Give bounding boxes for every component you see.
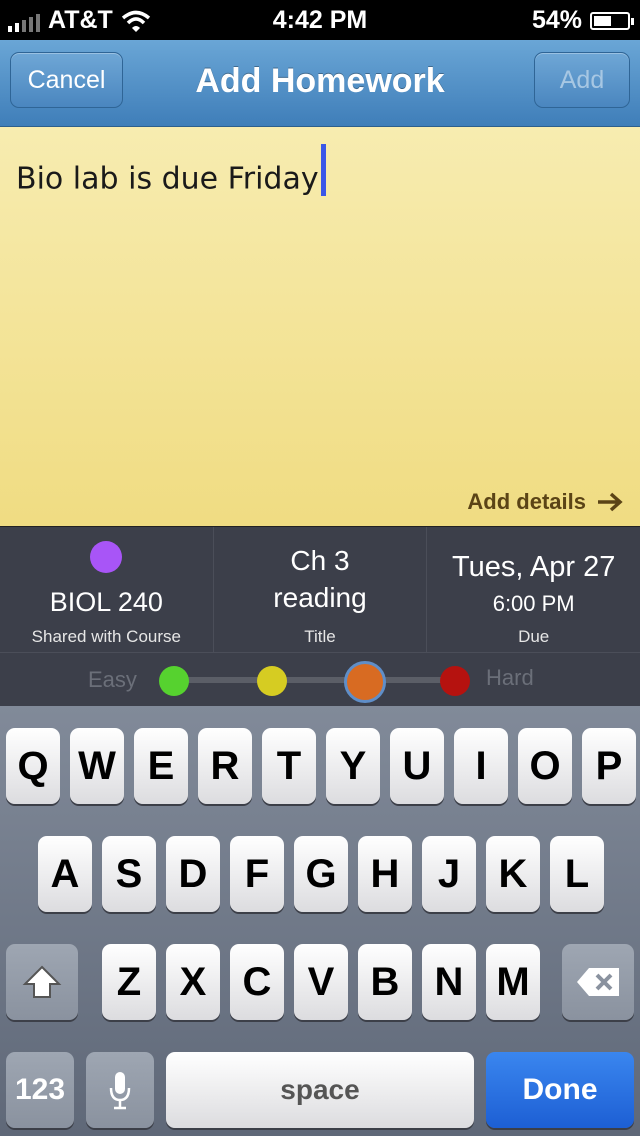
- key-p[interactable]: P: [582, 728, 636, 804]
- key-u[interactable]: U: [390, 728, 444, 804]
- dictation-key[interactable]: [86, 1052, 154, 1128]
- add-button[interactable]: Add: [534, 52, 630, 108]
- key-j[interactable]: J: [422, 836, 476, 912]
- key-r[interactable]: R: [198, 728, 252, 804]
- due-time: 6:00 PM: [492, 591, 575, 616]
- battery-percent: 54%: [531, 6, 582, 34]
- key-a[interactable]: A: [38, 836, 92, 912]
- course-sharing-label: Shared with Course: [31, 627, 181, 646]
- numbers-key[interactable]: 123: [6, 1052, 74, 1128]
- backspace-icon: [577, 968, 619, 996]
- title-field[interactable]: Ch 3 reading Title: [214, 527, 428, 652]
- difficulty-level-3-selected[interactable]: [344, 661, 386, 703]
- key-h[interactable]: H: [358, 836, 412, 912]
- title-caption: Title: [304, 627, 336, 646]
- add-details-label: Add details: [467, 489, 586, 514]
- hard-label: Hard: [486, 665, 534, 690]
- homework-text: Bio lab is due Friday: [16, 161, 319, 197]
- text-cursor: [320, 144, 326, 196]
- key-g[interactable]: G: [294, 836, 348, 912]
- homework-text-input[interactable]: Bio lab is due Friday: [16, 144, 326, 206]
- keyboard: Q W E R T Y U I O P A S D F G H J K L Z …: [0, 706, 640, 1136]
- add-details-button[interactable]: Add details: [467, 489, 624, 515]
- key-y[interactable]: Y: [326, 728, 380, 804]
- space-key[interactable]: space: [166, 1052, 474, 1128]
- battery-icon: [590, 11, 634, 30]
- homework-info-panel: BIOL 240 Shared with Course Ch 3 reading…: [0, 526, 640, 707]
- status-bar: AT&T 4:42 PM 54%: [0, 0, 640, 40]
- difficulty-level-4[interactable]: [440, 666, 470, 696]
- key-v[interactable]: V: [294, 944, 348, 1020]
- key-l[interactable]: L: [550, 836, 604, 912]
- difficulty-level-1[interactable]: [159, 666, 189, 696]
- difficulty-level-2[interactable]: [257, 666, 287, 696]
- title-line-1: Ch 3: [290, 545, 350, 576]
- key-d[interactable]: D: [166, 836, 220, 912]
- key-n[interactable]: N: [422, 944, 476, 1020]
- due-date: Tues, Apr 27: [452, 551, 616, 583]
- due-date-selector[interactable]: Tues, Apr 27 6:00 PM Due: [427, 527, 640, 652]
- shift-key[interactable]: [6, 944, 78, 1020]
- key-k[interactable]: K: [486, 836, 540, 912]
- key-s[interactable]: S: [102, 836, 156, 912]
- easy-label: Easy: [88, 667, 137, 692]
- difficulty-track: [174, 677, 456, 683]
- course-selector[interactable]: BIOL 240 Shared with Course: [0, 527, 214, 652]
- due-caption: Due: [518, 627, 550, 646]
- microphone-icon: [109, 1072, 131, 1110]
- key-m[interactable]: M: [486, 944, 540, 1020]
- homework-note-area[interactable]: Bio lab is due Friday Add details: [0, 127, 640, 526]
- key-o[interactable]: O: [518, 728, 572, 804]
- key-t[interactable]: T: [262, 728, 316, 804]
- course-color-dot: [90, 541, 122, 573]
- key-i[interactable]: I: [454, 728, 508, 804]
- key-e[interactable]: E: [134, 728, 188, 804]
- difficulty-selector: Easy Hard: [0, 653, 640, 707]
- done-key[interactable]: Done: [486, 1052, 634, 1128]
- key-c[interactable]: C: [230, 944, 284, 1020]
- shift-icon: [22, 965, 62, 998]
- title-line-2: reading: [273, 582, 367, 613]
- course-name: BIOL 240: [49, 587, 163, 617]
- key-w[interactable]: W: [70, 728, 124, 804]
- key-x[interactable]: X: [166, 944, 220, 1020]
- key-z[interactable]: Z: [102, 944, 156, 1020]
- key-q[interactable]: Q: [6, 728, 60, 804]
- backspace-key[interactable]: [562, 944, 634, 1020]
- navigation-bar: Cancel Add Homework Add: [0, 40, 640, 127]
- key-f[interactable]: F: [230, 836, 284, 912]
- key-b[interactable]: B: [358, 944, 412, 1020]
- arrow-right-icon: [598, 492, 623, 512]
